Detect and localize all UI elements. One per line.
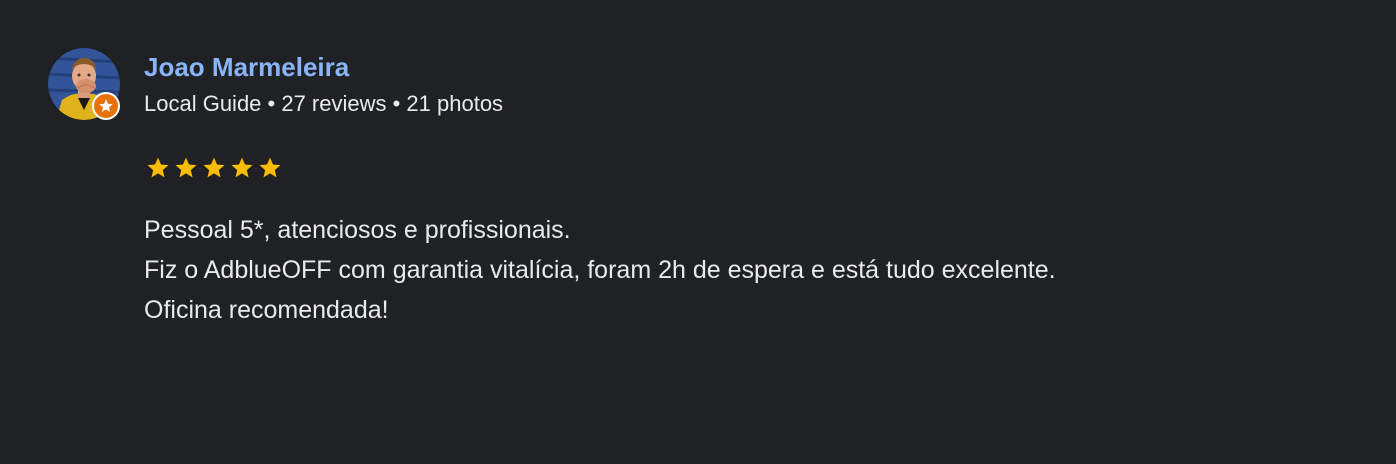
star-icon <box>147 157 169 178</box>
review-line: Pessoal 5*, atenciosos e profissionais. <box>144 216 571 244</box>
reviewer-name-link[interactable]: Joao Marmeleira <box>144 50 349 84</box>
star-rating <box>144 154 284 182</box>
local-guide-star-icon <box>99 99 113 112</box>
local-guide-badge <box>92 92 120 120</box>
review-line: Fiz o AdblueOFF com garantia vitalícia, … <box>144 256 1056 284</box>
review-card: Joao Marmeleira Local Guide • 27 reviews… <box>0 0 1396 464</box>
star-icon <box>231 157 253 178</box>
star-icon <box>259 157 281 178</box>
star-icon <box>175 157 197 178</box>
review-text: Pessoal 5*, atenciosos e profissionais. … <box>144 210 1056 330</box>
star-icon <box>203 157 225 178</box>
reviewer-avatar[interactable] <box>48 48 120 120</box>
reviewer-meta[interactable]: Local Guide • 27 reviews • 21 photos <box>144 90 503 118</box>
review-line: Oficina recomendada! <box>144 296 389 324</box>
